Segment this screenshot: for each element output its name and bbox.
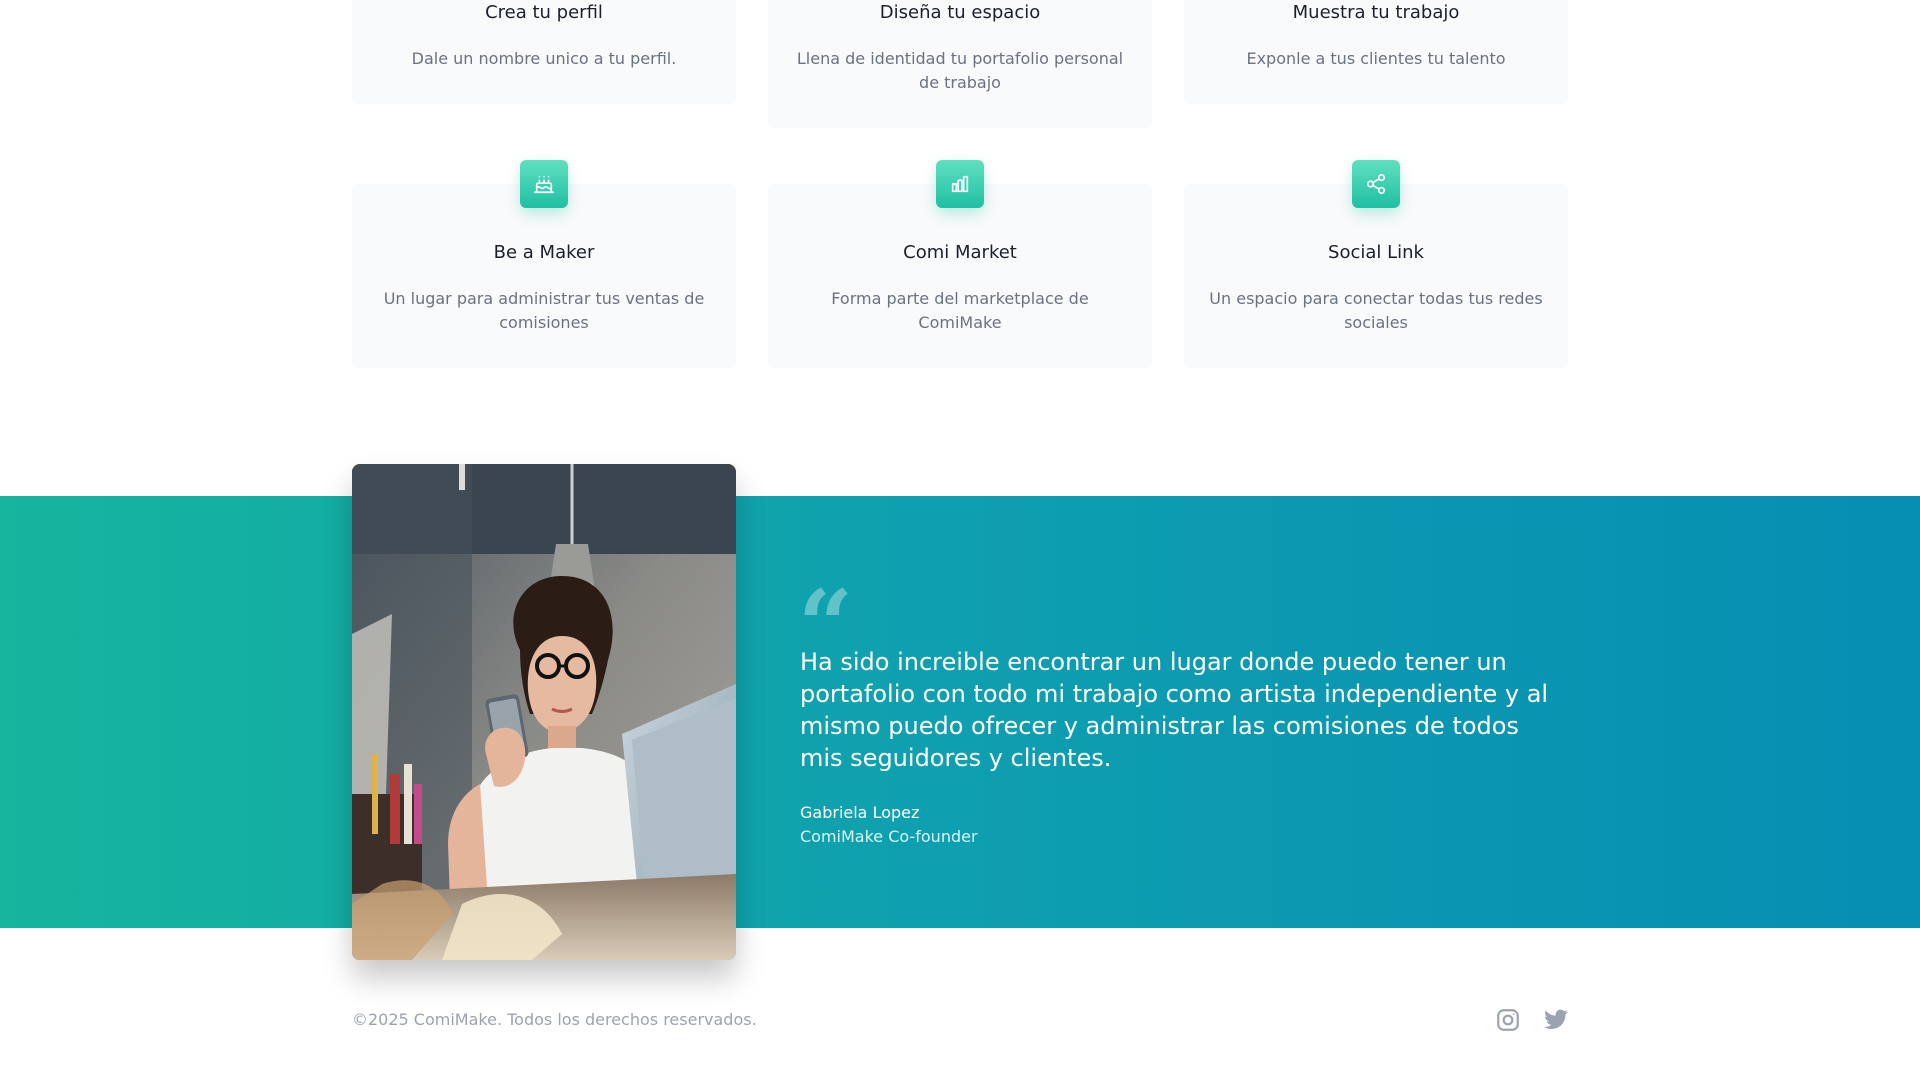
footer-copyright: ©2025 ComiMake. Todos los derechos reser… xyxy=(352,1010,757,1029)
feature-card-social-link: Social Link Un espacio para conectar tod… xyxy=(1184,184,1568,368)
feature-description: Exponle a tus clientes tu talento xyxy=(1246,49,1506,68)
feature-description: Un lugar para administrar tus ventas de … xyxy=(383,289,705,332)
feature-title: Social Link xyxy=(1328,242,1424,263)
testimonial-quote: Ha sido increible encontrar un lugar don… xyxy=(800,648,1549,772)
feature-card-muestra-tu-trabajo: Muestra tu trabajo Exponle a tus cliente… xyxy=(1184,0,1568,104)
feature-description: Forma parte del marketplace de ComiMake xyxy=(831,289,1089,332)
share-icon xyxy=(1352,160,1400,208)
testimonial-role: ComiMake Co-founder xyxy=(800,827,978,846)
feature-description: Dale un nombre unico a tu perfil. xyxy=(411,49,677,68)
feature-title: Comi Market xyxy=(903,242,1017,263)
feature-description: Llena de identidad tu portafolio persona… xyxy=(796,49,1124,92)
feature-title: Crea tu perfil xyxy=(485,2,603,23)
testimonial-author: Gabriela Lopez xyxy=(800,803,920,822)
feature-card-be-a-maker: Be a Maker Un lugar para administrar tus… xyxy=(352,184,736,368)
bar-chart-icon xyxy=(936,160,984,208)
feature-description: Un espacio para conectar todas tus redes… xyxy=(1209,289,1543,332)
feature-card-crea-tu-perfil: Crea tu perfil Dale un nombre unico a tu… xyxy=(352,0,736,104)
feature-title: Be a Maker xyxy=(493,242,595,263)
twitter-icon[interactable] xyxy=(1542,1006,1570,1034)
testimonial-photo xyxy=(352,464,736,960)
cake-icon xyxy=(520,160,568,208)
feature-title: Diseña tu espacio xyxy=(879,2,1041,23)
feature-title: Muestra tu trabajo xyxy=(1292,2,1460,23)
feature-card-comi-market: Comi Market Forma parte del marketplace … xyxy=(768,184,1152,368)
instagram-icon[interactable] xyxy=(1494,1006,1522,1034)
feature-card-disena-tu-espacio: Diseña tu espacio Llena de identidad tu … xyxy=(768,0,1152,128)
